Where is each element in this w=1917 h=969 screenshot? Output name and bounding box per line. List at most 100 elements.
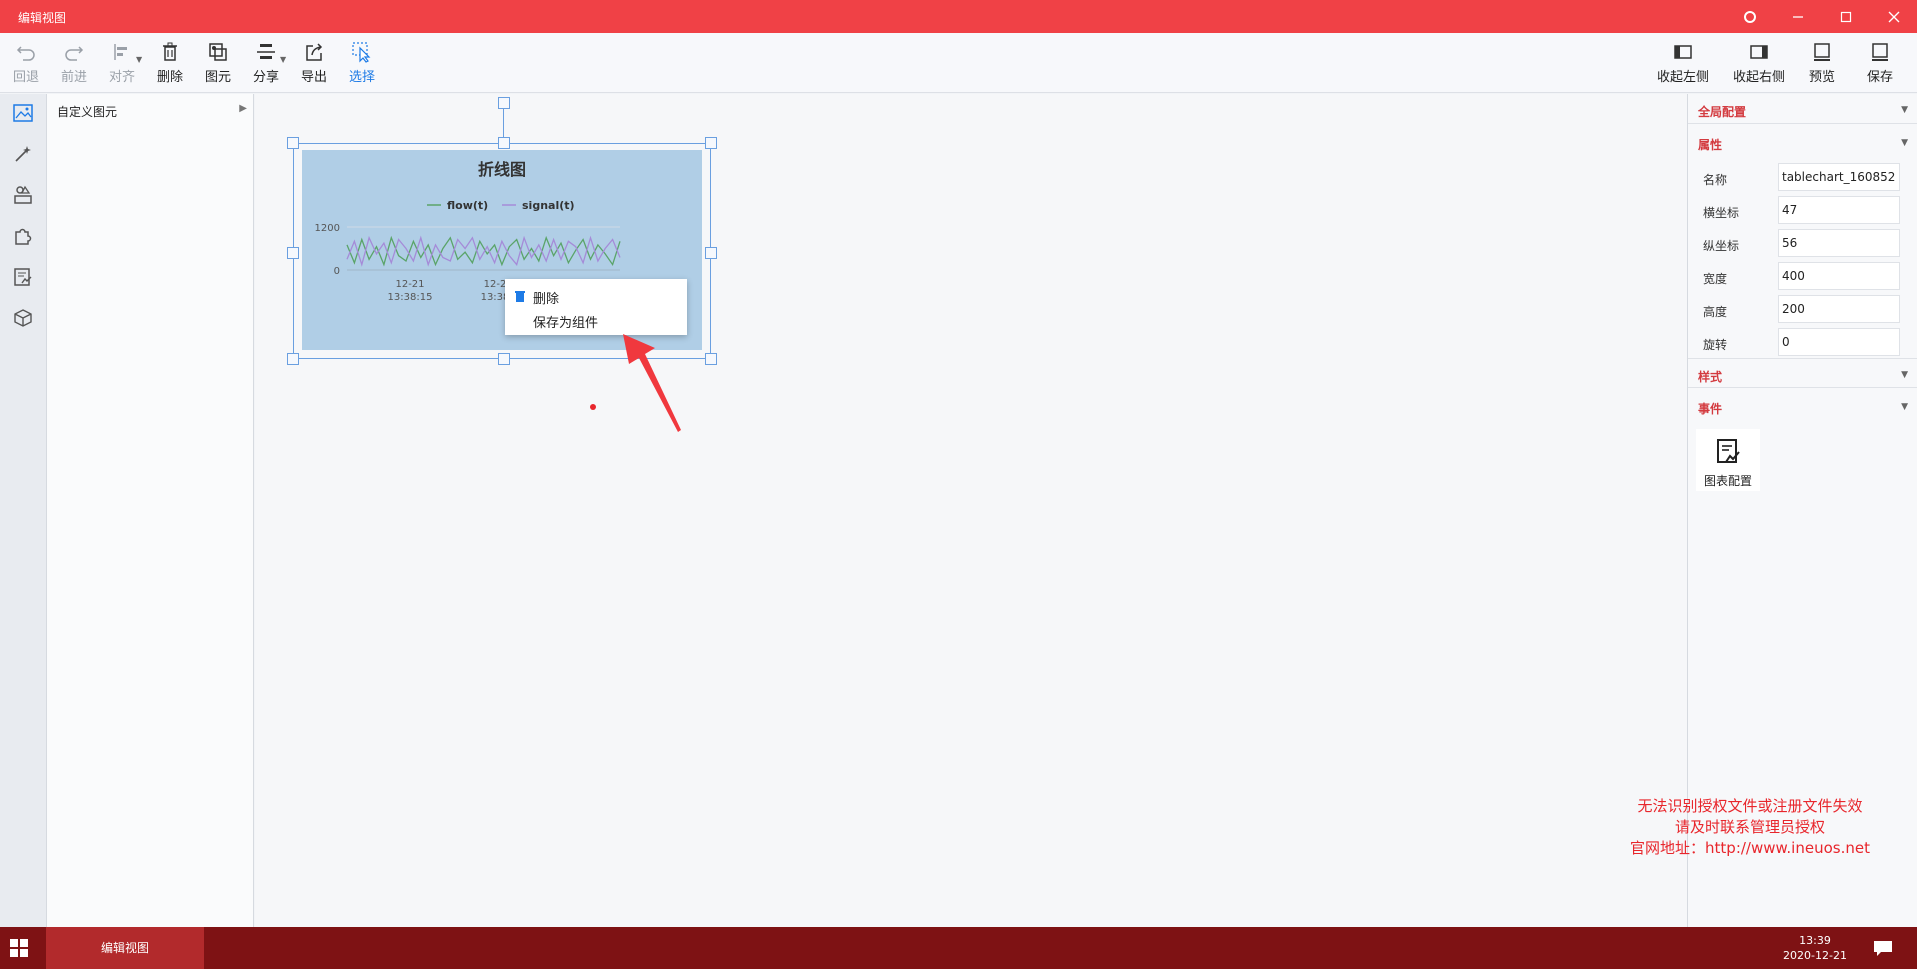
shapes-icon [209, 43, 227, 61]
distribute-caret-icon: ▼ [280, 55, 287, 64]
license-line-2: 请及时联系管理员授权 [1674, 818, 1825, 836]
license-line-3: 官网地址：http://www.ineuos.net [1630, 839, 1870, 857]
context-delete-item[interactable]: 删除 [533, 288, 559, 307]
image-icon[interactable] [10, 100, 36, 126]
select-cursor-icon [352, 42, 371, 63]
global-config-title: 全局配置 [1698, 105, 1747, 119]
y-tick-label: 1200 [315, 223, 340, 234]
style-section[interactable]: 样式 ▼ [1688, 358, 1917, 388]
cube-icon[interactable] [10, 305, 36, 331]
chart-doc-icon[interactable] [10, 264, 36, 290]
resize-handle-w[interactable] [287, 247, 299, 259]
close-icon[interactable] [1882, 6, 1906, 28]
redo-icon [65, 46, 84, 61]
select-button[interactable]: 选择 [340, 41, 384, 87]
left-rail [0, 94, 47, 927]
component-panel: 自定义图元 ▶ [47, 94, 254, 927]
windows-start-icon[interactable] [10, 939, 28, 957]
x-tick-time: 13:38:15 [388, 292, 433, 303]
preview-label: 预览 [1808, 70, 1835, 85]
maximize-icon[interactable] [1834, 6, 1858, 28]
export-button[interactable]: 导出 [292, 41, 336, 87]
context-menu: 删除 保存为组件 [505, 279, 687, 335]
distribute-icon [257, 44, 275, 59]
delete-button[interactable]: 删除 [148, 41, 192, 87]
style-title: 样式 [1698, 370, 1723, 384]
resize-handle-s[interactable] [498, 353, 510, 365]
event-section[interactable]: 事件 ▼ [1688, 391, 1917, 421]
clock-date: 2020-12-21 [1783, 949, 1847, 962]
toolbar: 回退 前进 ▼ 对齐 删除 图元 ▼ 分享 导出 选择 收起左侧 收起右侧 预览 [0, 33, 1917, 93]
y-tick-label: 0 [334, 266, 340, 277]
align-button[interactable]: ▼ 对齐 [100, 41, 144, 87]
distribute-label: 分享 [252, 70, 279, 85]
window-title: 编辑视图 [18, 11, 67, 25]
magic-wand-icon[interactable] [10, 141, 36, 167]
prop-name-input[interactable] [1778, 163, 1900, 191]
export-icon [306, 43, 323, 61]
taskbar-clock[interactable]: 13:39 2020-12-21 [1780, 933, 1850, 963]
chevron-down-icon: ▼ [1901, 370, 1908, 380]
redo-label: 前进 [60, 70, 87, 85]
context-save-as-component-item[interactable]: 保存为组件 [533, 312, 598, 331]
redo-button[interactable]: 前进 [52, 41, 96, 87]
shapes-label: 图元 [204, 70, 231, 85]
notification-icon[interactable] [1872, 939, 1894, 957]
chart-config-button[interactable]: 图表配置 [1696, 429, 1760, 491]
annotation-arrow [623, 334, 681, 432]
collapse-left-button[interactable]: 收起左侧 [1655, 41, 1711, 87]
chart-config-label: 图表配置 [1703, 474, 1752, 488]
taskbar: 编辑视图 13:39 2020-12-21 [0, 927, 1917, 969]
red-dot-marker [590, 404, 596, 410]
collapse-right-icon [1750, 45, 1768, 59]
prop-x-label: 横坐标 [1703, 206, 1740, 220]
resize-handle-e[interactable] [705, 247, 717, 259]
select-label: 选择 [348, 70, 375, 85]
prop-rotation-input[interactable] [1778, 328, 1900, 356]
resize-handle-nw[interactable] [287, 137, 299, 149]
resize-handle-se[interactable] [705, 353, 717, 365]
collapse-left-label: 收起左侧 [1656, 70, 1709, 85]
global-config-section[interactable]: 全局配置 ▼ [1688, 94, 1917, 124]
align-label: 对齐 [108, 70, 135, 85]
minimize-icon[interactable] [1786, 6, 1810, 28]
undo-button[interactable]: 回退 [4, 41, 48, 87]
legend-label: flow(t) [447, 199, 488, 212]
chart-title: 折线图 [478, 160, 526, 179]
shapes-button[interactable]: 图元 [196, 41, 240, 87]
undo-label: 回退 [12, 70, 39, 85]
properties-section[interactable]: 属性 ▼ [1688, 127, 1917, 157]
event-title: 事件 [1698, 402, 1723, 416]
x-tick-date: 12-21 [395, 279, 424, 290]
prop-width-label: 宽度 [1703, 272, 1728, 286]
properties-title: 属性 [1698, 138, 1723, 152]
prop-width-input[interactable] [1778, 262, 1900, 290]
resize-handle-n[interactable] [498, 137, 510, 149]
x-tick-date: 12-2 [484, 279, 507, 290]
trash-icon [514, 290, 526, 305]
chevron-down-icon: ▼ [1901, 402, 1908, 412]
prop-y-input[interactable] [1778, 229, 1900, 257]
prop-height-label: 高度 [1703, 305, 1728, 319]
trash-icon [163, 42, 177, 61]
save-button[interactable]: 保存 [1858, 41, 1902, 87]
custom-shapes-item[interactable]: 自定义图元 ▶ [57, 103, 247, 120]
resize-handle-ne[interactable] [705, 137, 717, 149]
puzzle-icon[interactable] [10, 223, 36, 249]
collapse-right-label: 收起右侧 [1732, 70, 1785, 85]
taskbar-app-item[interactable]: 编辑视图 [46, 927, 204, 969]
rotate-handle[interactable] [498, 97, 510, 109]
distribute-button[interactable]: ▼ 分享 [244, 41, 288, 87]
collapse-right-button[interactable]: 收起右侧 [1731, 41, 1787, 87]
settings-icon[interactable] [1738, 6, 1762, 28]
prop-height-input[interactable] [1778, 295, 1900, 323]
shapes-stack-icon[interactable] [10, 182, 36, 208]
collapse-left-icon [1674, 45, 1692, 59]
align-caret-icon: ▼ [136, 55, 143, 64]
license-line-1: 无法识别授权文件或注册文件失效 [1637, 797, 1863, 815]
prop-x-input[interactable] [1778, 196, 1900, 224]
prop-y-label: 纵坐标 [1703, 239, 1740, 253]
title-bar: 编辑视图 [0, 0, 1917, 33]
resize-handle-sw[interactable] [287, 353, 299, 365]
preview-button[interactable]: 预览 [1800, 41, 1844, 87]
